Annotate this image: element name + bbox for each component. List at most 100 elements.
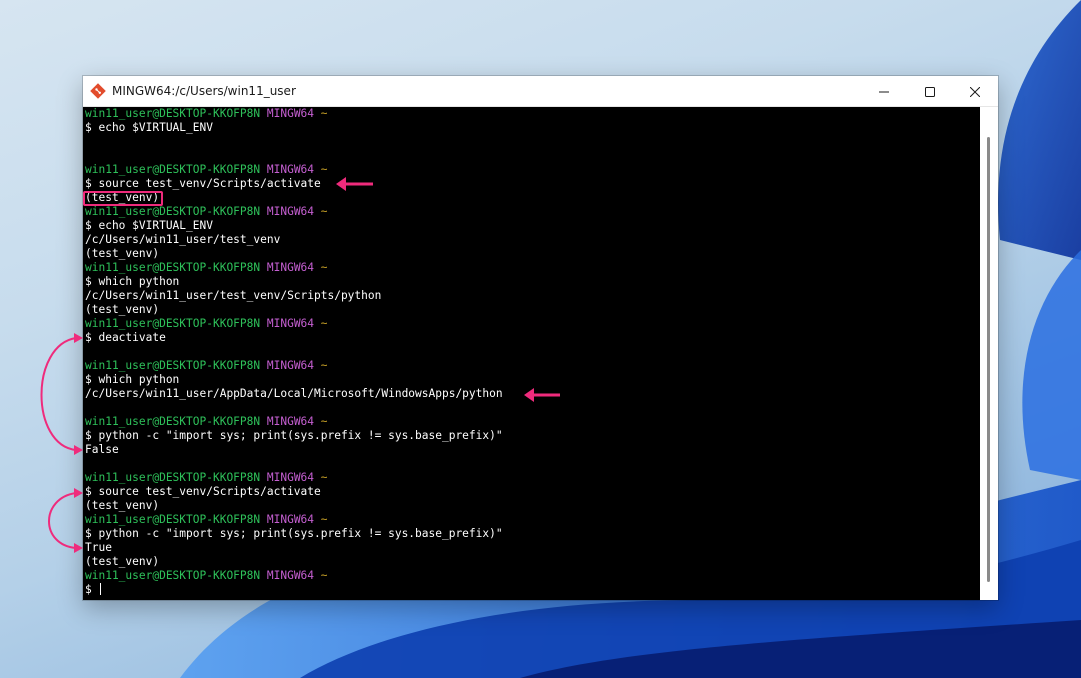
prompt-shell-name: MINGW64: [266, 471, 315, 484]
maximize-button[interactable]: [907, 76, 953, 107]
minimize-button[interactable]: [861, 76, 907, 107]
prompt-shell-name: MINGW64: [266, 317, 315, 330]
output-text: $ python -c "import sys; print(sys.prefi…: [85, 429, 503, 442]
input-line: $: [85, 583, 503, 597]
curve-deactivate-to-false: [40, 333, 83, 455]
prompt-line: win11_user@DESKTOP-KKOFP8N MINGW64 ~: [85, 569, 503, 583]
output-line: (test_venv): [85, 247, 503, 261]
prompt-user-host: win11_user@DESKTOP-KKOFP8N: [85, 415, 261, 428]
vertical-scrollbar[interactable]: [980, 107, 998, 600]
output-line: $ echo $VIRTUAL_ENV: [85, 219, 503, 233]
prompt-shell-name: MINGW64: [266, 261, 315, 274]
output-line: True: [85, 541, 503, 555]
output-line: $ echo $VIRTUAL_ENV: [85, 121, 503, 135]
prompt-directory: ~: [320, 359, 328, 372]
title-bar[interactable]: MINGW64:/c/Users/win11_user: [83, 76, 998, 107]
maximize-icon: [925, 86, 935, 97]
prompt-line: win11_user@DESKTOP-KKOFP8N MINGW64 ~: [85, 513, 503, 527]
prompt-directory: ~: [320, 569, 328, 582]
prompt-line: win11_user@DESKTOP-KKOFP8N MINGW64 ~: [85, 107, 503, 121]
terminal-lines: win11_user@DESKTOP-KKOFP8N MINGW64 ~ $ ec…: [85, 107, 503, 597]
prompt-line: win11_user@DESKTOP-KKOFP8N MINGW64 ~: [85, 163, 503, 177]
prompt-shell-name: MINGW64: [266, 415, 315, 428]
output-text: True: [85, 541, 112, 554]
prompt-directory: ~: [320, 513, 328, 526]
output-line: (test_venv): [85, 555, 503, 569]
prompt-shell-name: MINGW64: [266, 513, 315, 526]
output-line: False: [85, 443, 503, 457]
output-line: (test_venv): [85, 499, 503, 513]
output-line: $ which python: [85, 373, 503, 387]
output-text: /c/Users/win11_user/test_venv/Scripts/py…: [85, 289, 382, 302]
prompt-shell-name: MINGW64: [266, 205, 315, 218]
output-text: $ python -c "import sys; print(sys.prefi…: [85, 527, 503, 540]
output-line: $ python -c "import sys; print(sys.prefi…: [85, 527, 503, 541]
prompt-directory: ~: [320, 415, 328, 428]
output-text: (test_venv): [85, 247, 160, 260]
input-prompt: $: [85, 583, 99, 596]
prompt-shell-name: MINGW64: [266, 359, 315, 372]
prompt-line: win11_user@DESKTOP-KKOFP8N MINGW64 ~: [85, 261, 503, 275]
prompt-directory: ~: [320, 205, 328, 218]
close-icon: [970, 86, 980, 97]
minimize-icon: [879, 91, 889, 92]
close-button[interactable]: [952, 76, 998, 107]
curve-activate-to-true: [48, 488, 83, 553]
output-text: $ which python: [85, 373, 180, 386]
output-text: False: [85, 443, 119, 456]
output-line: $ source test_venv/Scripts/activate: [85, 485, 503, 499]
output-text: $ source test_venv/Scripts/activate: [85, 485, 321, 498]
output-line: /c/Users/win11_user/AppData/Local/Micros…: [85, 387, 503, 401]
output-line: $ deactivate: [85, 331, 503, 345]
output-text: $ echo $VIRTUAL_ENV: [85, 219, 213, 232]
output-line: $ python -c "import sys; print(sys.prefi…: [85, 429, 503, 443]
output-text: $ which python: [85, 275, 180, 288]
output-text: $ deactivate: [85, 331, 166, 344]
prompt-user-host: win11_user@DESKTOP-KKOFP8N: [85, 261, 261, 274]
terminal-output[interactable]: win11_user@DESKTOP-KKOFP8N MINGW64 ~ $ ec…: [83, 107, 980, 600]
output-line: $ source test_venv/Scripts/activate: [85, 177, 503, 191]
prompt-directory: ~: [320, 107, 328, 120]
venv-highlight-box: [83, 191, 163, 206]
output-text: $ source test_venv/Scripts/activate: [85, 177, 321, 190]
prompt-user-host: win11_user@DESKTOP-KKOFP8N: [85, 317, 261, 330]
output-text: (test_venv): [85, 555, 160, 568]
scrollbar-thumb[interactable]: [987, 137, 990, 582]
output-text: (test_venv): [85, 499, 160, 512]
prompt-line: win11_user@DESKTOP-KKOFP8N MINGW64 ~: [85, 317, 503, 331]
prompt-directory: ~: [320, 163, 328, 176]
output-line: (test_venv): [85, 303, 503, 317]
prompt-user-host: win11_user@DESKTOP-KKOFP8N: [85, 205, 261, 218]
prompt-line: win11_user@DESKTOP-KKOFP8N MINGW64 ~: [85, 471, 503, 485]
prompt-shell-name: MINGW64: [266, 569, 315, 582]
output-text: $ echo $VIRTUAL_ENV: [85, 121, 213, 134]
prompt-user-host: win11_user@DESKTOP-KKOFP8N: [85, 107, 261, 120]
output-line: /c/Users/win11_user/test_venv: [85, 233, 503, 247]
text-cursor[interactable]: [100, 583, 102, 595]
prompt-user-host: win11_user@DESKTOP-KKOFP8N: [85, 513, 261, 526]
output-text: /c/Users/win11_user/AppData/Local/Micros…: [85, 387, 503, 400]
output-line: /c/Users/win11_user/test_venv/Scripts/py…: [85, 289, 503, 303]
prompt-line: win11_user@DESKTOP-KKOFP8N MINGW64 ~: [85, 415, 503, 429]
prompt-user-host: win11_user@DESKTOP-KKOFP8N: [85, 569, 261, 582]
output-text: (test_venv): [85, 303, 160, 316]
window-title: MINGW64:/c/Users/win11_user: [112, 84, 296, 98]
output-text: /c/Users/win11_user/test_venv: [85, 233, 281, 246]
prompt-directory: ~: [320, 317, 328, 330]
prompt-shell-name: MINGW64: [266, 107, 315, 120]
prompt-user-host: win11_user@DESKTOP-KKOFP8N: [85, 359, 261, 372]
prompt-shell-name: MINGW64: [266, 163, 315, 176]
prompt-user-host: win11_user@DESKTOP-KKOFP8N: [85, 163, 261, 176]
terminal-window: MINGW64:/c/Users/win11_user win11_user@D…: [83, 76, 998, 600]
output-line: $ which python: [85, 275, 503, 289]
prompt-line: win11_user@DESKTOP-KKOFP8N MINGW64 ~: [85, 205, 503, 219]
prompt-directory: ~: [320, 471, 328, 484]
prompt-directory: ~: [320, 261, 328, 274]
prompt-line: win11_user@DESKTOP-KKOFP8N MINGW64 ~: [85, 359, 503, 373]
prompt-user-host: win11_user@DESKTOP-KKOFP8N: [85, 471, 261, 484]
